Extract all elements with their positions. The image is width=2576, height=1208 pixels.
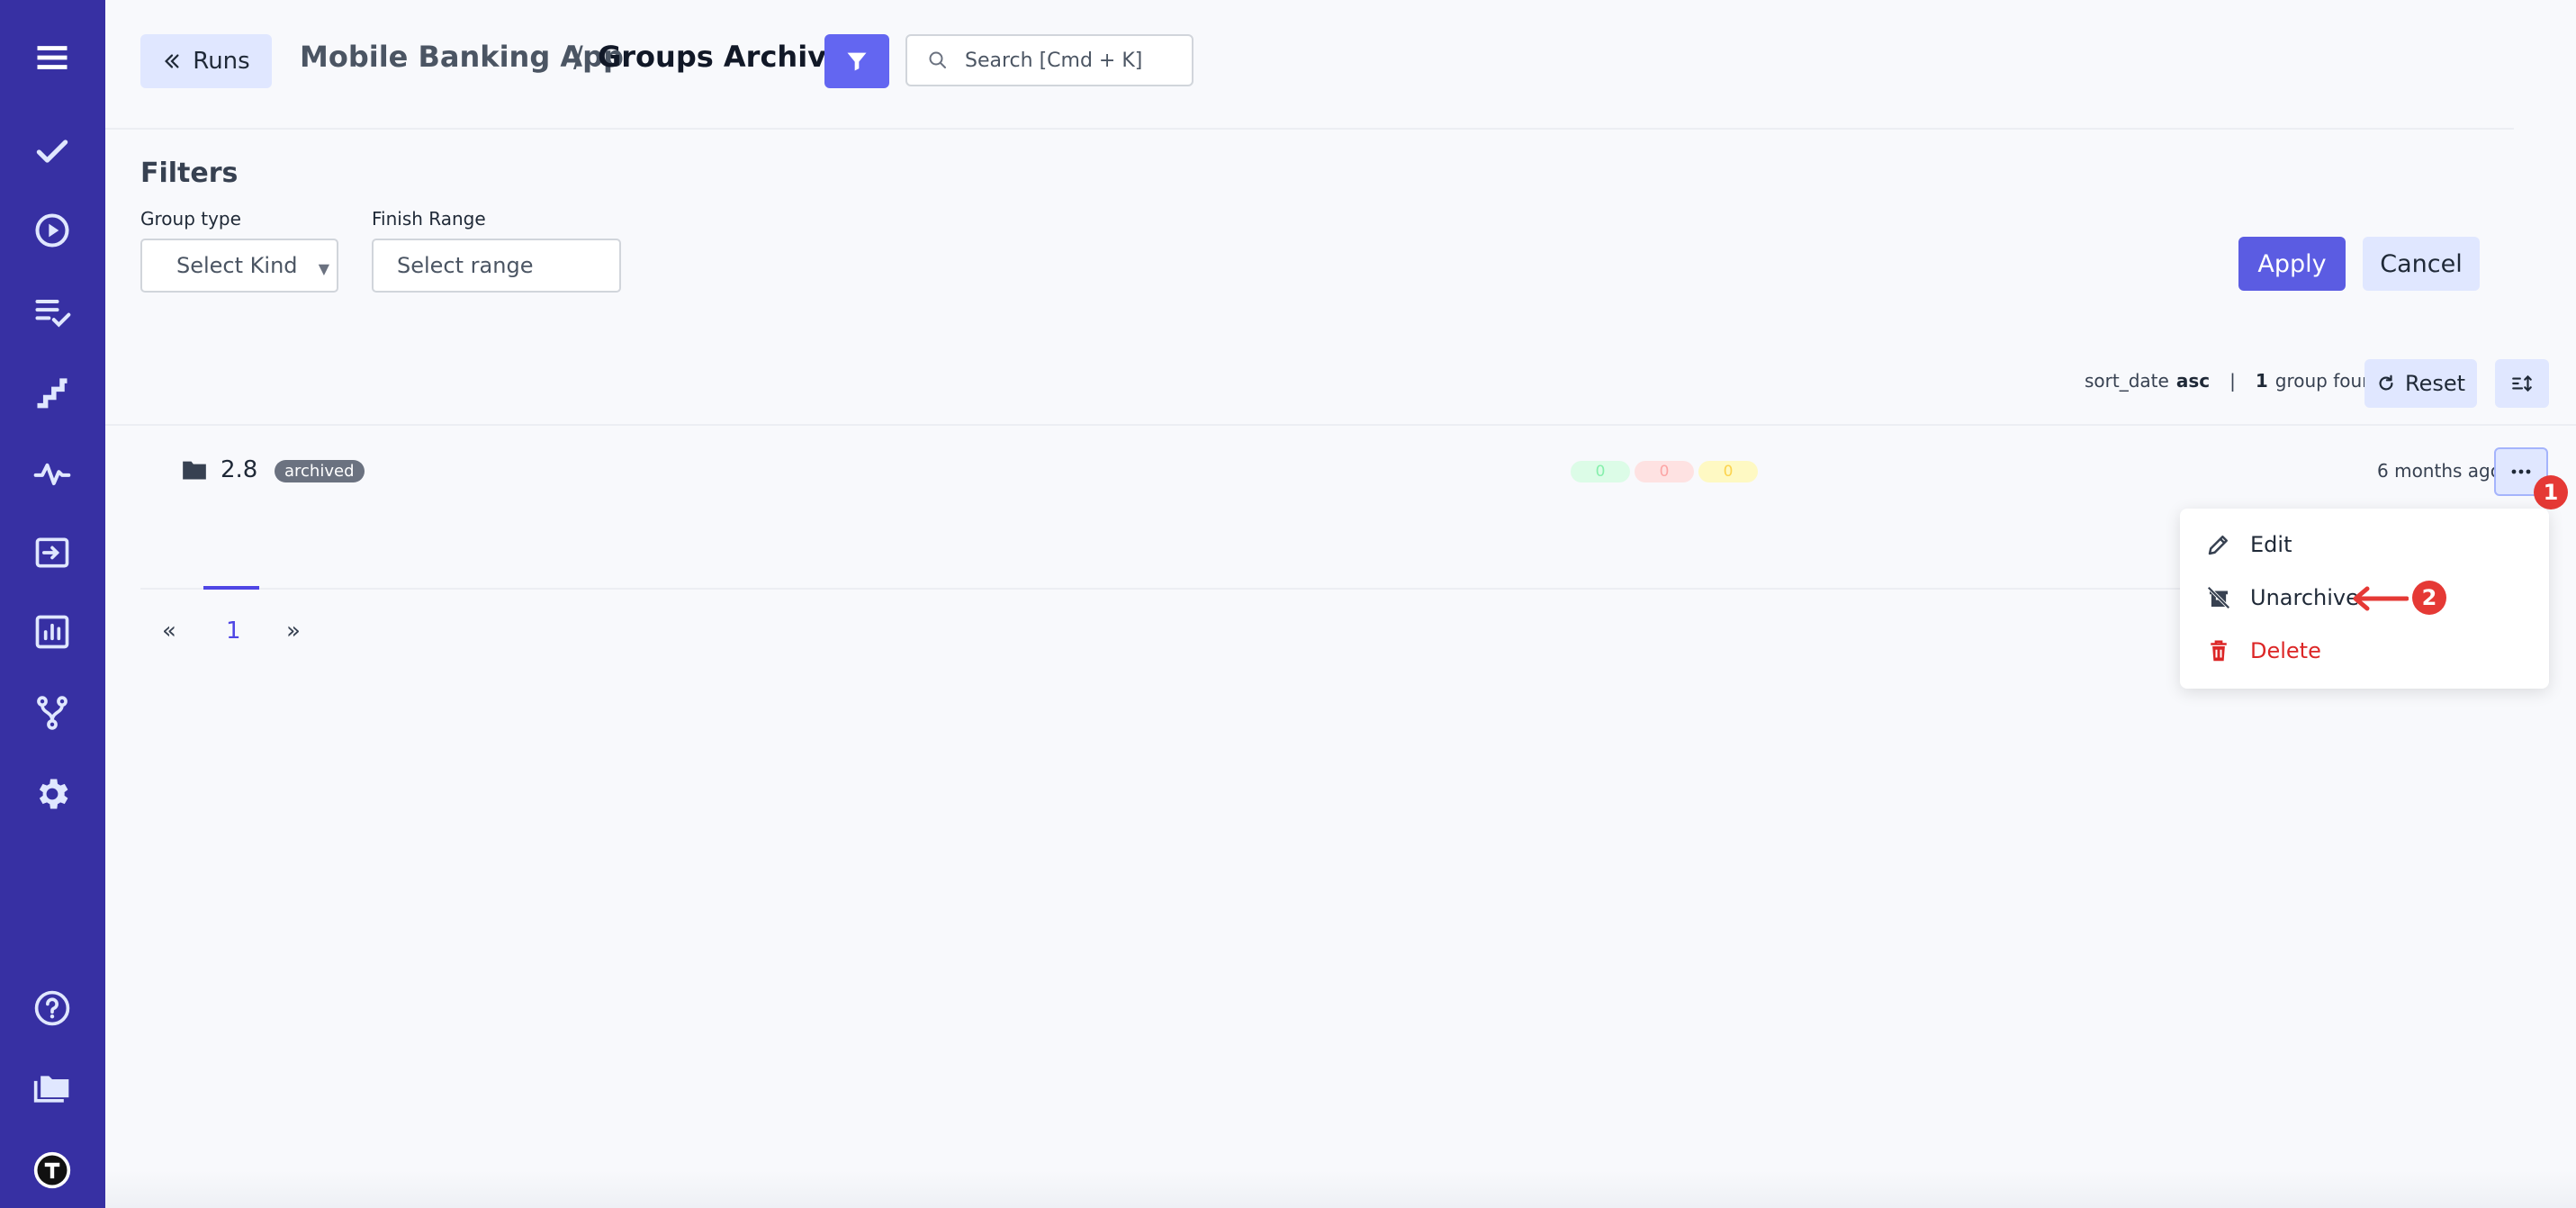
annotation-arrow-icon (2353, 586, 2409, 611)
bottom-shade (105, 1170, 2576, 1208)
checklist-icon[interactable] (25, 284, 79, 338)
failed-count: 0 (1635, 461, 1694, 482)
header-divider (105, 128, 2514, 130)
reset-label: Reset (2404, 371, 2466, 396)
refresh-icon (2379, 374, 2393, 391)
search-box[interactable] (905, 34, 1193, 86)
apply-button[interactable]: Apply (2238, 237, 2346, 291)
steps-icon[interactable] (25, 365, 79, 419)
sort-separator: | (2229, 370, 2236, 392)
group-count: 1 (2255, 370, 2268, 392)
import-icon[interactable] (25, 526, 79, 580)
sort-order-button[interactable] (2495, 359, 2549, 408)
pagination-page-1[interactable]: 1 (226, 618, 241, 645)
funnel-icon (847, 52, 867, 71)
pagination-prev[interactable]: « (162, 618, 176, 645)
play-circle-icon[interactable] (25, 203, 79, 257)
pencil-icon (2208, 536, 2228, 555)
user-avatar-icon[interactable] (25, 1143, 79, 1197)
dropdown-caret-icon: ▼ (318, 260, 329, 277)
back-to-runs-button[interactable]: Runs (140, 34, 272, 88)
search-input[interactable] (963, 48, 1174, 73)
checkmark-icon[interactable] (25, 124, 79, 178)
archived-badge: archived (275, 460, 365, 482)
double-chevron-left-icon (165, 54, 179, 68)
group-type-select[interactable]: Select Kind ▼ (140, 239, 338, 293)
menu-item-edit[interactable]: Edit (2180, 521, 2549, 568)
breadcrumb-separator: / (573, 40, 583, 74)
step-marker-2: 2 (2412, 581, 2446, 615)
group-timestamp: 6 months ago (2377, 460, 2501, 482)
filters-heading: Filters (140, 158, 239, 189)
finish-range-input[interactable]: Select range (372, 239, 621, 293)
finish-range-value: Select range (397, 253, 534, 278)
group-name-link[interactable]: 2.8 (221, 456, 257, 483)
sort-direction: asc (2175, 370, 2211, 392)
passed-count: 0 (1571, 461, 1630, 482)
sort-field: sort_date (2085, 370, 2169, 392)
sort-icon (2512, 374, 2532, 392)
gear-icon[interactable] (25, 767, 79, 821)
filter-toggle-button[interactable] (824, 34, 889, 88)
step-marker-1: 1 (2534, 475, 2568, 509)
pagination-next[interactable]: » (286, 618, 301, 645)
cancel-button[interactable]: Cancel (2363, 237, 2480, 291)
trash-icon (2211, 640, 2227, 662)
search-icon (929, 51, 946, 68)
ellipsis-icon (2511, 469, 2531, 474)
menu-item-edit-label: Edit (2250, 532, 2292, 557)
reset-button[interactable]: Reset (2364, 359, 2477, 408)
finish-range-label: Finish Range (372, 208, 486, 230)
menu-item-unarchive-label: Unarchive (2250, 585, 2359, 610)
sidebar (0, 0, 105, 1208)
menu-item-delete-label: Delete (2250, 638, 2321, 663)
analytics-icon[interactable] (25, 605, 79, 659)
pagination-active-indicator (203, 586, 259, 590)
group-type-value: Select Kind (176, 253, 298, 278)
projects-folder-icon[interactable] (25, 1062, 79, 1116)
branch-icon[interactable] (25, 686, 79, 740)
hamburger-menu-icon[interactable] (25, 31, 79, 85)
pagination-divider (140, 588, 2526, 590)
sort-summary: sort_date asc | 1 group found (2085, 370, 2385, 392)
pulse-icon[interactable] (25, 446, 79, 500)
folder-icon (183, 461, 206, 480)
skipped-count: 0 (1698, 461, 1758, 482)
back-button-label: Runs (193, 48, 250, 75)
help-icon[interactable] (25, 981, 79, 1035)
page-title: Groups Archive (598, 40, 846, 74)
unarchive-icon (2207, 586, 2230, 609)
group-type-label: Group type (140, 208, 241, 230)
menu-item-delete[interactable]: Delete (2180, 627, 2549, 674)
list-divider (105, 424, 2576, 426)
